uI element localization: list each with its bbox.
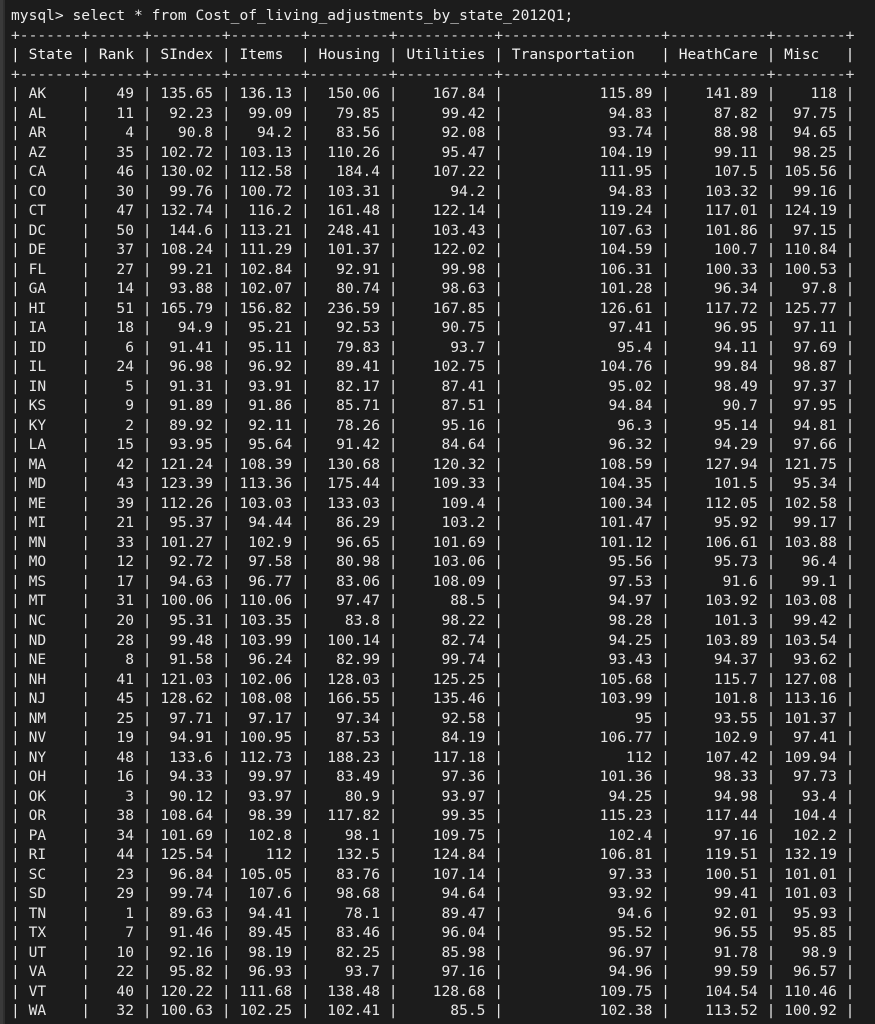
table-row: | CA | 46 | 130.02 | 112.58 | 184.4 | 10… [11, 163, 855, 181]
table-row: | AL | 11 | 92.23 | 99.09 | 79.85 | 99.4… [11, 104, 855, 122]
table-row: | NE | 8 | 91.58 | 96.24 | 82.99 | 99.74… [11, 651, 855, 669]
table-row: | KY | 2 | 89.92 | 92.11 | 78.26 | 95.16… [11, 416, 855, 434]
terminal-window[interactable]: mysql> select * from Cost_of_living_adju… [0, 0, 875, 1024]
table-row: | HI | 51 | 165.79 | 156.82 | 236.59 | 1… [11, 299, 855, 317]
table-row: | NY | 48 | 133.6 | 112.73 | 188.23 | 11… [11, 748, 855, 766]
table-row: | ME | 39 | 112.26 | 103.03 | 133.03 | 1… [11, 494, 855, 512]
query-result-table: +-------+------+--------+--------+------… [3, 26, 875, 1024]
table-row: | VT | 40 | 120.22 | 111.68 | 138.48 | 1… [11, 982, 855, 1000]
table-rule-header: +-------+------+--------+--------+------… [11, 65, 855, 83]
table-row: | MT | 31 | 100.06 | 110.06 | 97.47 | 88… [11, 592, 855, 610]
table-row: | AK | 49 | 135.65 | 136.13 | 150.06 | 1… [11, 85, 855, 103]
table-row: | OR | 38 | 108.64 | 98.39 | 117.82 | 99… [11, 807, 855, 825]
table-row: | GA | 14 | 93.88 | 102.07 | 80.74 | 98.… [11, 280, 855, 298]
table-row: | MI | 21 | 95.37 | 94.44 | 86.29 | 103.… [11, 514, 855, 532]
table-row: | UT | 10 | 92.16 | 98.19 | 82.25 | 85.9… [11, 943, 855, 961]
mysql-prompt-line: mysql> select * from Cost_of_living_adju… [11, 7, 574, 24]
table-row: | MA | 42 | 121.24 | 108.39 | 130.68 | 1… [11, 455, 855, 473]
table-row: | DC | 50 | 144.6 | 113.21 | 248.41 | 10… [11, 221, 855, 239]
table-row: | RI | 44 | 125.54 | 112 | 132.5 | 124.8… [11, 846, 855, 864]
table-row: | OH | 16 | 94.33 | 99.97 | 83.49 | 97.3… [11, 768, 855, 786]
table-row: | LA | 15 | 93.95 | 95.64 | 91.42 | 84.6… [11, 436, 855, 454]
table-row: | MD | 43 | 123.39 | 113.36 | 175.44 | 1… [11, 475, 855, 493]
table-row: | IL | 24 | 96.98 | 96.92 | 89.41 | 102.… [11, 358, 855, 376]
table-row: | SC | 23 | 96.84 | 105.05 | 83.76 | 107… [11, 865, 855, 883]
table-row: | CO | 30 | 99.76 | 100.72 | 103.31 | 94… [11, 182, 855, 200]
table-row: | MO | 12 | 92.72 | 97.58 | 80.98 | 103.… [11, 553, 855, 571]
table-row: | MN | 33 | 101.27 | 102.9 | 96.65 | 101… [11, 533, 855, 551]
table-row: | NH | 41 | 121.03 | 102.06 | 128.03 | 1… [11, 670, 855, 688]
table-rule-top: +-------+------+--------+--------+------… [11, 26, 855, 44]
table-row: | NM | 25 | 97.71 | 97.17 | 97.34 | 92.5… [11, 709, 855, 727]
table-row: | OK | 3 | 90.12 | 93.97 | 80.9 | 93.97 … [11, 787, 855, 805]
table-row: | WA | 32 | 100.63 | 102.25 | 102.41 | 8… [11, 1002, 855, 1020]
table-row: | PA | 34 | 101.69 | 102.8 | 98.1 | 109.… [11, 826, 855, 844]
table-row: | IA | 18 | 94.9 | 95.21 | 92.53 | 90.75… [11, 319, 855, 337]
table-row: | KS | 9 | 91.89 | 91.86 | 85.71 | 87.51… [11, 397, 855, 415]
table-row: | AZ | 35 | 102.72 | 103.13 | 110.26 | 9… [11, 143, 855, 161]
table-row: | AR | 4 | 90.8 | 94.2 | 83.56 | 92.08 |… [11, 124, 855, 142]
table-row: | TN | 1 | 89.63 | 94.41 | 78.1 | 89.47 … [11, 904, 855, 922]
table-row: | ND | 28 | 99.48 | 103.99 | 100.14 | 82… [11, 631, 855, 649]
table-row: | SD | 29 | 99.74 | 107.6 | 98.68 | 94.6… [11, 885, 855, 903]
table-row: | NJ | 45 | 128.62 | 108.08 | 166.55 | 1… [11, 690, 855, 708]
table-row: | CT | 47 | 132.74 | 116.2 | 161.48 | 12… [11, 202, 855, 220]
table-row: | NC | 20 | 95.31 | 103.35 | 83.8 | 98.2… [11, 611, 855, 629]
table-row: | ID | 6 | 91.41 | 95.11 | 79.83 | 93.7 … [11, 338, 855, 356]
table-row: | NV | 19 | 94.91 | 100.95 | 87.53 | 84.… [11, 729, 855, 747]
table-row: | FL | 27 | 99.21 | 102.84 | 92.91 | 99.… [11, 260, 855, 278]
table-row: | MS | 17 | 94.63 | 96.77 | 83.06 | 108.… [11, 572, 855, 590]
table-row: | TX | 7 | 91.46 | 89.45 | 83.46 | 96.04… [11, 924, 855, 942]
table-row: | VA | 22 | 95.82 | 96.93 | 93.7 | 97.16… [11, 963, 855, 981]
table-header-row: | State | Rank | SIndex | Items | Housin… [11, 46, 855, 64]
table-row: | IN | 5 | 91.31 | 93.91 | 82.17 | 87.41… [11, 377, 855, 395]
table-row: | DE | 37 | 108.24 | 111.29 | 101.37 | 1… [11, 241, 855, 259]
